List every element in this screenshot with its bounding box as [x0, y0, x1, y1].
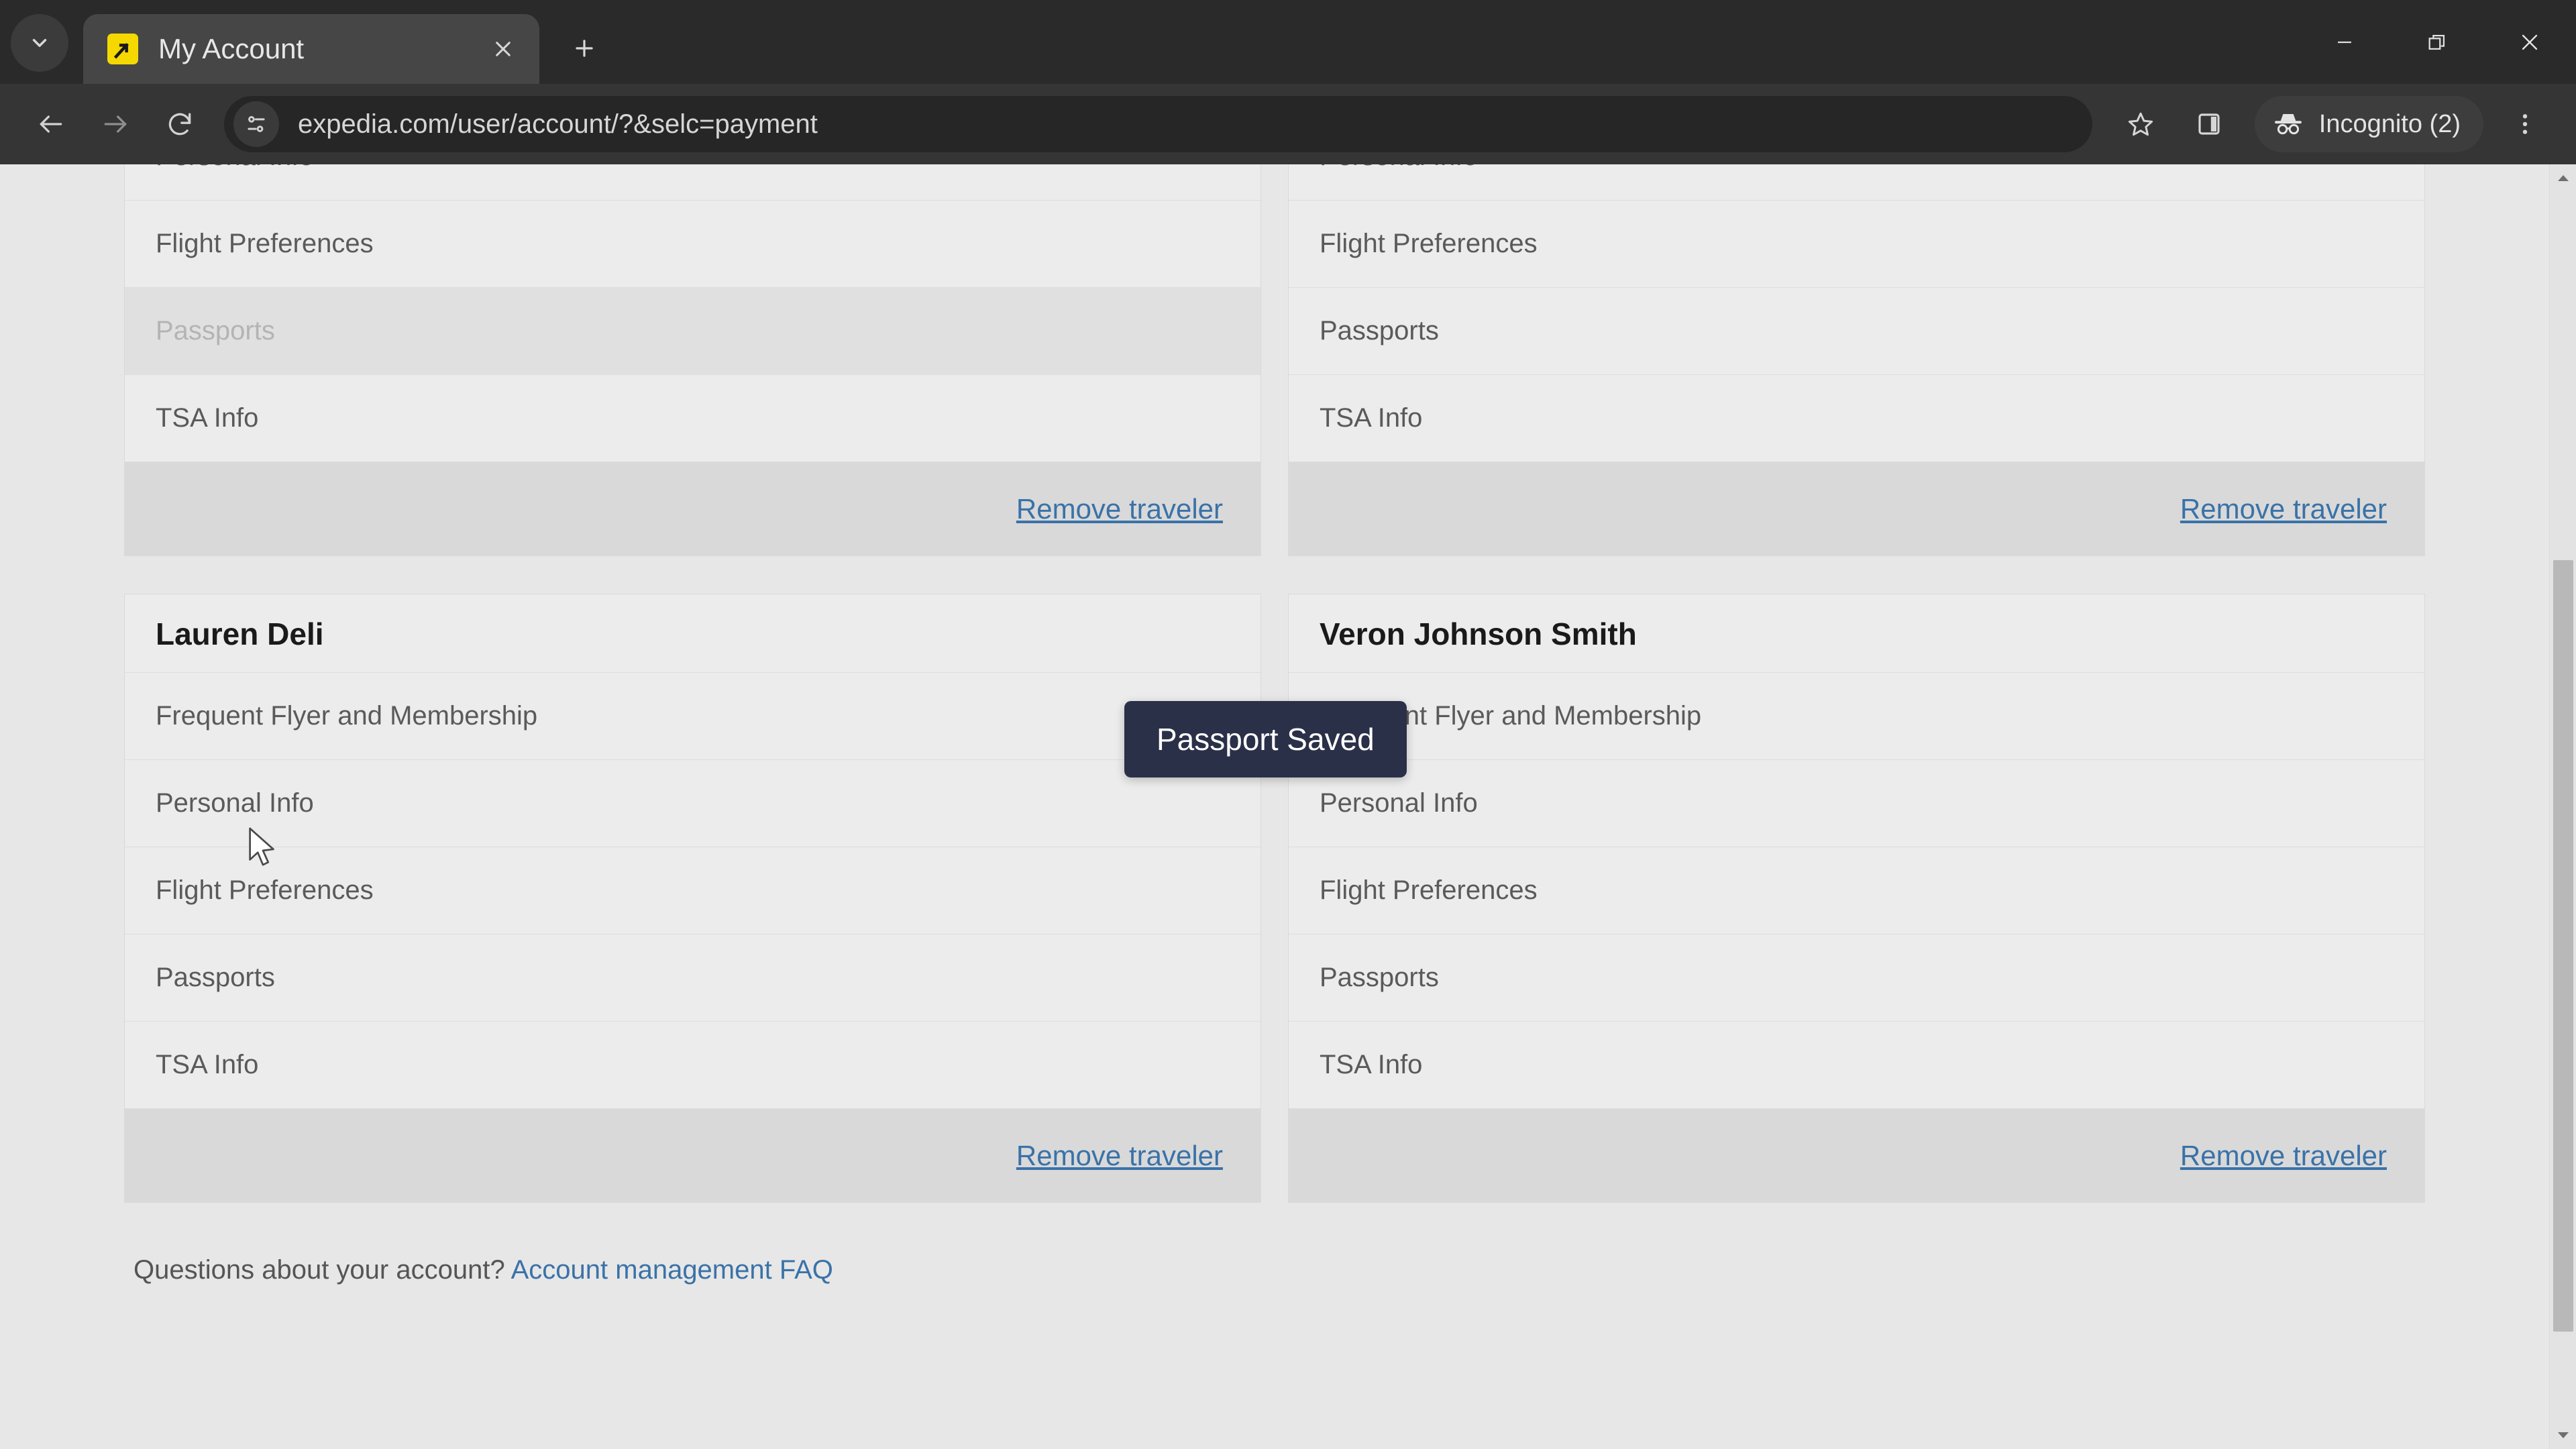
toast-notification: Passport Saved: [1124, 701, 1407, 777]
maximize-button[interactable]: [2391, 0, 2483, 84]
traveler-row-personal-info[interactable]: Personal Info: [1289, 164, 2424, 200]
traveler-card-footer: Remove traveler: [125, 1108, 1260, 1202]
toolbar-actions: Incognito (2): [2108, 92, 2557, 156]
forward-button[interactable]: [83, 92, 148, 156]
account-faq-bar: Questions about your account? Account ma…: [124, 1203, 2425, 1285]
account-management-faq-link[interactable]: Account management FAQ: [511, 1255, 833, 1285]
traveler-row-personal-info[interactable]: Personal Info: [1289, 759, 2424, 847]
back-button[interactable]: [19, 92, 83, 156]
remove-traveler-link[interactable]: Remove traveler: [2180, 493, 2387, 525]
close-icon: [496, 42, 511, 56]
remove-traveler-link[interactable]: Remove traveler: [2180, 1140, 2387, 1172]
arrow-right-icon: [104, 115, 127, 133]
scroll-up-button[interactable]: [2550, 164, 2576, 191]
side-panel-button[interactable]: [2177, 92, 2241, 156]
bookmark-button[interactable]: [2108, 92, 2173, 156]
star-icon: [2128, 112, 2153, 136]
account-page: Personal Info Flight Preferences Passpor…: [0, 164, 2549, 1449]
traveler-name: Lauren Deli: [125, 594, 1260, 672]
window-close-button[interactable]: [2483, 0, 2576, 84]
page-viewport: Personal Info Flight Preferences Passpor…: [0, 164, 2576, 1449]
page-scrollbar[interactable]: [2549, 164, 2576, 1449]
new-tab-button[interactable]: [559, 23, 609, 73]
remove-traveler-link[interactable]: Remove traveler: [1016, 493, 1223, 525]
tab-title: My Account: [158, 33, 305, 64]
chevron-up-icon: [2557, 175, 2569, 181]
traveler-card: Lauren Deli Frequent Flyer and Membershi…: [124, 594, 1261, 1203]
traveler-row-tsa-info[interactable]: TSA Info: [1289, 374, 2424, 462]
traveler-row-flight-preferences[interactable]: Flight Preferences: [125, 200, 1260, 287]
traveler-row-tsa-info[interactable]: TSA Info: [1289, 1021, 2424, 1108]
arrow-left-icon: [40, 115, 62, 133]
traveler-row-tsa-info[interactable]: TSA Info: [125, 374, 1260, 462]
tab-close-button[interactable]: [484, 30, 522, 68]
traveler-card: Personal Info Flight Preferences Passpor…: [124, 164, 1261, 556]
scroll-down-button[interactable]: [2550, 1422, 2576, 1449]
traveler-name: Veron Johnson Smith: [1289, 594, 2424, 672]
url-text[interactable]: expedia.com/user/account/?&selc=payment: [298, 109, 2082, 140]
browser-menu-button[interactable]: [2493, 92, 2557, 156]
scrollbar-thumb[interactable]: [2553, 560, 2573, 1332]
traveler-card: Veron Johnson Smith Frequent Flyer and M…: [1288, 594, 2425, 1203]
traveler-card-footer: Remove traveler: [1289, 462, 2424, 555]
restore-icon: [2428, 34, 2445, 50]
traveler-row-flight-preferences[interactable]: Flight Preferences: [1289, 200, 2424, 287]
plus-icon: [576, 40, 593, 57]
browser-toolbar: expedia.com/user/account/?&selc=payment: [0, 84, 2576, 164]
traveler-row-flight-preferences[interactable]: Flight Preferences: [125, 847, 1260, 934]
tab-strip: My Account: [0, 0, 2576, 84]
reload-icon: [168, 113, 191, 136]
site-info-button[interactable]: [233, 101, 279, 147]
traveler-row-frequent-flyer[interactable]: Frequent Flyer and Membership: [1289, 672, 2424, 759]
expedia-logo-icon: [107, 34, 138, 64]
traveler-card-footer: Remove traveler: [1289, 1108, 2424, 1202]
traveler-row-passports[interactable]: Passports: [125, 287, 1260, 374]
kebab-menu-icon: [2522, 114, 2528, 134]
traveler-card-footer: Remove traveler: [125, 462, 1260, 555]
tab-search-button[interactable]: [11, 14, 68, 72]
minimize-icon: [2338, 41, 2351, 43]
traveler-card: Personal Info Flight Preferences Passpor…: [1288, 164, 2425, 556]
minimize-button[interactable]: [2298, 0, 2391, 84]
remove-traveler-link[interactable]: Remove traveler: [1016, 1140, 1223, 1172]
incognito-label: Incognito (2): [2318, 109, 2461, 138]
browser-tab[interactable]: My Account: [83, 14, 539, 84]
incognito-icon: [2274, 114, 2302, 135]
traveler-row-flight-preferences[interactable]: Flight Preferences: [1289, 847, 2424, 934]
chevron-down-icon: [32, 39, 47, 47]
travelers-grid: Personal Info Flight Preferences Passpor…: [124, 164, 2425, 1203]
browser-window: My Account expedia.com/user/account/?&se…: [0, 0, 2576, 1449]
traveler-row-personal-info[interactable]: Personal Info: [125, 164, 1260, 200]
reload-button[interactable]: [148, 92, 212, 156]
page-settings-icon: [248, 116, 265, 132]
faq-question-text: Questions about your account?: [133, 1255, 505, 1285]
traveler-row-personal-info[interactable]: Personal Info: [125, 759, 1260, 847]
traveler-row-passports[interactable]: Passports: [1289, 934, 2424, 1021]
incognito-indicator[interactable]: Incognito (2): [2254, 96, 2483, 152]
window-controls: [2298, 0, 2576, 84]
side-panel-icon: [2198, 113, 2220, 135]
expedia-arrow-glyph: [113, 43, 129, 59]
traveler-row-tsa-info[interactable]: TSA Info: [125, 1021, 1260, 1108]
traveler-row-passports[interactable]: Passports: [1289, 287, 2424, 374]
chevron-down-icon: [2557, 1432, 2569, 1438]
traveler-row-frequent-flyer[interactable]: Frequent Flyer and Membership: [125, 672, 1260, 759]
address-bar[interactable]: expedia.com/user/account/?&selc=payment: [224, 96, 2092, 152]
close-icon: [2522, 34, 2538, 50]
traveler-row-passports[interactable]: Passports: [125, 934, 1260, 1021]
